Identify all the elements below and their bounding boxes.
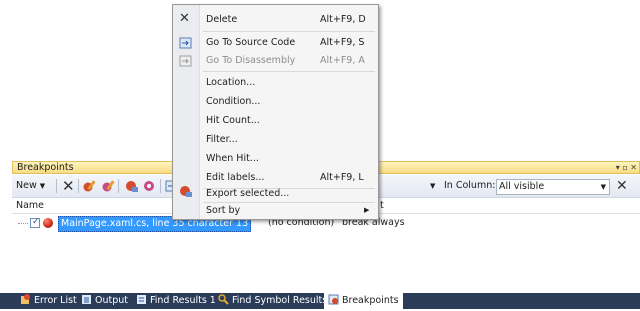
breakpoint-enabled-checkbox[interactable]: ✓ <box>30 217 40 228</box>
clear-search-icon[interactable]: ✕ <box>616 178 628 194</box>
delete-x-icon: ✕ <box>179 11 190 26</box>
menu-item-go-to-disassembly: Go To Disassembly Alt+F9, A <box>173 51 378 70</box>
tab-output[interactable]: Output <box>81 293 128 309</box>
menu-item-label: Delete <box>206 14 238 25</box>
breakpoint-icon <box>43 218 53 228</box>
new-button-label: New <box>16 180 37 191</box>
find-results-icon <box>136 294 147 311</box>
export-breakpoints-icon <box>179 184 193 198</box>
output-icon <box>81 294 92 311</box>
menu-item-shortcut: Alt+F9, D <box>320 14 366 25</box>
menu-item-sort-by[interactable]: Sort by ▶ <box>173 201 378 220</box>
menu-separator <box>203 71 375 72</box>
menu-item-label: Hit Count... <box>206 115 260 126</box>
tab-label: Find Results 1 <box>150 295 216 306</box>
window-title: Breakpoints <box>17 162 74 173</box>
menu-item-condition[interactable]: Condition... <box>173 92 378 111</box>
tab-error-list[interactable]: Error List <box>20 293 77 309</box>
menu-item-when-hit[interactable]: When Hit... <box>173 149 378 168</box>
disable-all-breakpoints-icon[interactable] <box>100 178 116 194</box>
menu-item-shortcut: Alt+F9, A <box>320 55 365 66</box>
menu-item-export-selected[interactable]: Export selected... <box>173 179 378 199</box>
in-column-label: In Column: <box>444 180 496 191</box>
find-symbol-icon <box>218 294 229 311</box>
name-column-header[interactable]: Name <box>16 199 44 212</box>
tree-line <box>18 223 28 224</box>
tab-label: Output <box>95 295 128 306</box>
go-to-source-icon <box>179 36 193 50</box>
tab-label: Breakpoints <box>342 295 399 306</box>
breakpoint-context-menu: ✕ Delete Alt+F9, D Go To Source Code Alt… <box>172 4 379 220</box>
window-options-icon[interactable]: ▾ ▫ ✕ <box>616 162 637 174</box>
menu-item-hit-count[interactable]: Hit Count... <box>173 111 378 130</box>
menu-item-filter[interactable]: Filter... <box>173 130 378 149</box>
menu-item-shortcut: Alt+F9, S <box>320 37 365 48</box>
enable-breakpoints-icon[interactable] <box>124 178 140 194</box>
breakpoints-icon <box>328 294 339 311</box>
chevron-down-icon: ▼ <box>600 183 606 191</box>
search-column-dropdown-arrow[interactable]: ▼ <box>430 178 435 194</box>
menu-item-label: Location... <box>206 77 256 88</box>
toolbar-separator <box>56 179 57 193</box>
tool-window-tab-strip: Error List Output Find Results 1 Find Sy… <box>0 293 640 309</box>
menu-item-go-to-source-code[interactable]: Go To Source Code Alt+F9, S <box>173 33 378 52</box>
tab-find-results-1[interactable]: Find Results 1 <box>136 293 216 309</box>
tab-breakpoints[interactable]: Breakpoints <box>324 293 403 309</box>
toolbar-separator <box>160 179 161 193</box>
menu-item-location[interactable]: Location... <box>173 73 378 92</box>
new-breakpoint-button[interactable]: New ▼ <box>16 178 45 194</box>
disable-breakpoints-icon[interactable] <box>142 178 158 194</box>
go-to-disassembly-icon <box>179 54 193 68</box>
menu-item-delete[interactable]: ✕ Delete Alt+F9, D <box>173 10 378 29</box>
menu-item-label: Go To Disassembly <box>206 55 296 66</box>
in-column-value: All visible <box>499 181 545 192</box>
tab-find-symbol-results[interactable]: Find Symbol Results <box>218 293 327 309</box>
submenu-arrow-icon: ▶ <box>364 206 370 214</box>
toolbar-separator <box>118 179 119 193</box>
delete-all-breakpoints-icon[interactable] <box>82 178 98 194</box>
menu-item-label: Sort by <box>206 205 241 216</box>
toolbar-separator <box>78 179 79 193</box>
menu-item-label: Filter... <box>206 134 238 145</box>
chevron-down-icon: ▼ <box>39 182 46 190</box>
menu-separator <box>203 31 375 32</box>
hit-count-column-header[interactable]: t <box>380 199 384 212</box>
tab-label: Error List <box>34 295 77 306</box>
menu-item-label: Go To Source Code <box>206 37 296 48</box>
menu-item-label: Condition... <box>206 96 261 107</box>
menu-item-label: When Hit... <box>206 153 259 164</box>
delete-icon[interactable]: ✕ <box>62 178 75 194</box>
in-column-select[interactable]: All visible ▼ <box>496 179 610 195</box>
tab-label: Find Symbol Results <box>232 295 328 306</box>
error-list-icon <box>20 294 31 311</box>
